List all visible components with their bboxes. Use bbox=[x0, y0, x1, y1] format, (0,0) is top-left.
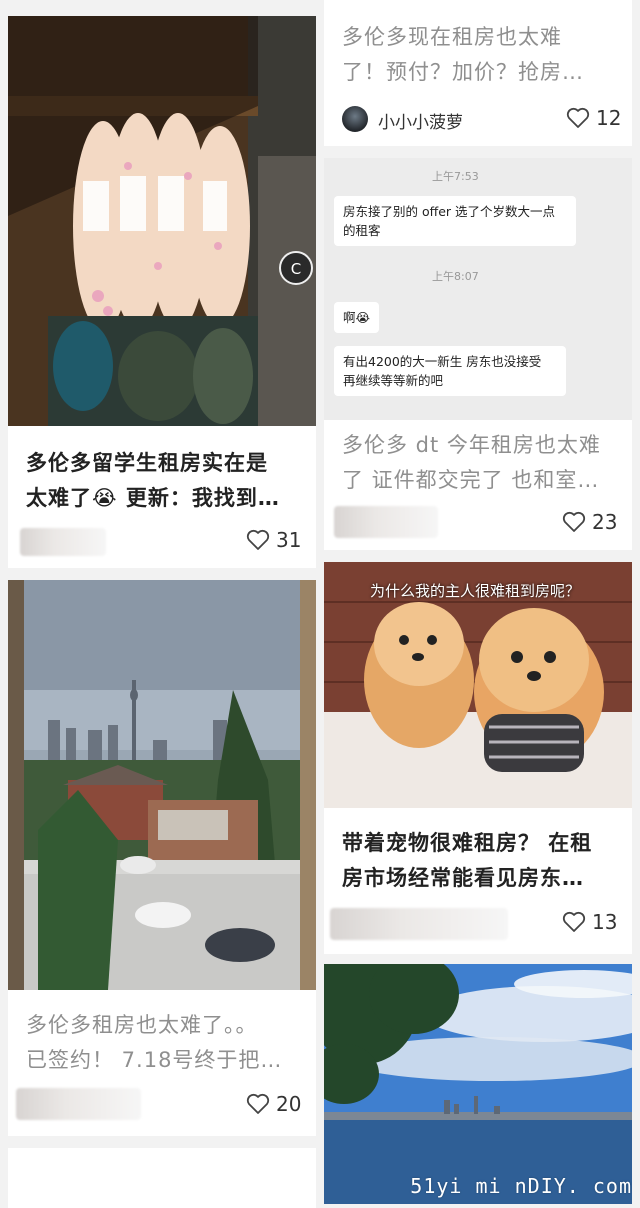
like-button[interactable]: 12 bbox=[566, 106, 621, 130]
post-card[interactable]: C 多伦多留学生租房实在是 太难了😭 更新：我找到… 31 bbox=[8, 16, 316, 568]
like-count: 31 bbox=[276, 528, 302, 552]
post-title: 多伦多现在租房也太难 了！预付？加价？抢房… bbox=[342, 25, 584, 84]
username-blurred bbox=[20, 528, 106, 556]
post-image-lake[interactable] bbox=[324, 964, 632, 1204]
chat-message: 啊😭 bbox=[334, 302, 380, 333]
heart-icon bbox=[562, 511, 586, 532]
post-title: 带着宠物很难租房？ 在租 房市场经常能看见房东… bbox=[342, 831, 593, 890]
watermark: 51yi mi nDIY. com bbox=[410, 1174, 632, 1198]
username-blurred bbox=[330, 908, 508, 940]
post-title: 多伦多租房也太难了。。 已签约！ 7.18号终于把… bbox=[26, 1013, 283, 1072]
post-card[interactable] bbox=[8, 1148, 316, 1208]
like-button[interactable]: 20 bbox=[246, 1092, 301, 1116]
like-count: 13 bbox=[592, 910, 618, 934]
post-title: 多伦多 dt 今年租房也太难 了 证件都交完了 也和室… bbox=[342, 433, 601, 492]
like-count: 12 bbox=[596, 106, 622, 130]
city-photo bbox=[8, 580, 316, 990]
post-card[interactable]: 上午7:53 房东接了别的 offer 选了个岁数大一点的租客 上午8:07 啊… bbox=[324, 158, 632, 550]
image-caption: 为什么我的主人很难租到房呢？ bbox=[370, 582, 581, 600]
like-button[interactable]: 31 bbox=[246, 528, 301, 552]
like-button[interactable]: 23 bbox=[562, 510, 617, 534]
post-image-city-view[interactable] bbox=[8, 580, 316, 990]
post-card[interactable]: 多伦多现在租房也太难 了！预付？加价？抢房… 小小小菠萝 12 bbox=[324, 0, 632, 146]
post-image-dogs[interactable]: 为什么我的主人很难租到房呢？ bbox=[324, 562, 632, 808]
chat-timestamp: 上午7:53 bbox=[432, 170, 479, 183]
chat-timestamp: 上午8:07 bbox=[432, 270, 479, 283]
username[interactable]: 小小小菠萝 bbox=[378, 108, 463, 133]
badge-letter: C bbox=[291, 260, 301, 278]
post-image-yarn[interactable]: C bbox=[8, 16, 316, 426]
username-blurred bbox=[16, 1088, 141, 1120]
username-blurred bbox=[334, 506, 438, 538]
heart-icon bbox=[562, 911, 586, 932]
post-image-chat[interactable]: 上午7:53 房东接了别的 offer 选了个岁数大一点的租客 上午8:07 啊… bbox=[324, 158, 632, 420]
chat-message: 房东接了别的 offer 选了个岁数大一点的租客 bbox=[334, 196, 576, 246]
post-card[interactable] bbox=[324, 964, 632, 1204]
post-title: 多伦多留学生租房实在是 太难了😭 更新：我找到… bbox=[26, 451, 280, 510]
heart-icon bbox=[246, 1093, 270, 1114]
like-count: 20 bbox=[276, 1092, 302, 1116]
yarn-photo: C bbox=[8, 16, 316, 426]
chat-message: 有出4200的大一新生 房东也没接受 再继续等等新的吧 bbox=[334, 346, 566, 396]
heart-icon bbox=[566, 107, 590, 128]
lake-photo bbox=[324, 964, 632, 1204]
like-button[interactable]: 13 bbox=[562, 910, 617, 934]
like-count: 23 bbox=[592, 510, 618, 534]
post-card[interactable]: 为什么我的主人很难租到房呢？ 带着宠物很难租房？ 在租 房市场经常能看见房东… … bbox=[324, 562, 632, 954]
post-card[interactable]: 多伦多租房也太难了。。 已签约！ 7.18号终于把… 20 bbox=[8, 580, 316, 1136]
heart-icon bbox=[246, 529, 270, 550]
avatar[interactable] bbox=[342, 106, 368, 132]
